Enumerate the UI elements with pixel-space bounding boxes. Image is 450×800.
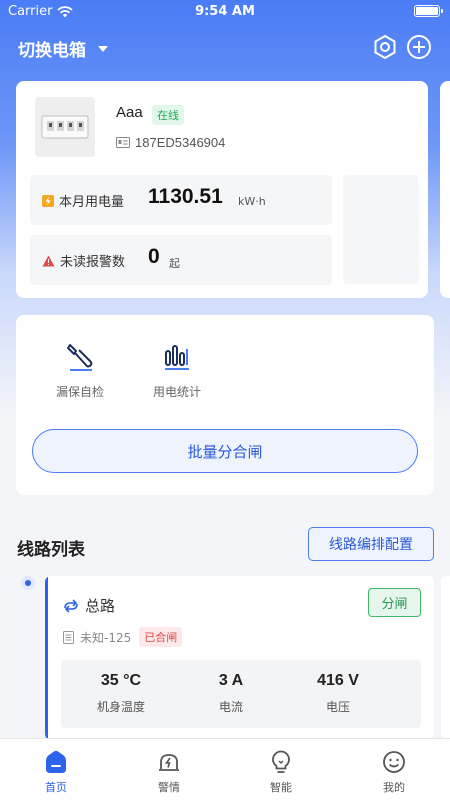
line-arrange-config-button[interactable]: 线路编排配置 xyxy=(308,527,434,561)
alarm-unit: 起 xyxy=(169,257,180,270)
side-placeholder xyxy=(343,175,419,284)
voltage-label: 电压 xyxy=(325,700,350,714)
device-card[interactable]: Aaa 在线 187ED5346904 本月用电量 1130.51 kW·h 未… xyxy=(16,81,428,298)
monthly-energy-box: 本月用电量 1130.51 kW·h xyxy=(30,175,332,225)
monthly-energy-value: 1130.51 xyxy=(148,185,223,208)
tab-profile-label: 我的 xyxy=(383,781,405,794)
current-value: 3 A xyxy=(218,672,244,689)
temperature-value: 35 °C xyxy=(100,672,142,689)
open-switch-button[interactable]: 分闸 xyxy=(368,588,421,617)
alarm-value: 0 xyxy=(148,245,160,268)
alarm-label: 未读报警数 xyxy=(60,255,126,270)
monthly-energy-label: 本月用电量 xyxy=(59,195,125,210)
leak-test-button[interactable]: 漏保自检 xyxy=(40,337,120,400)
device-id: 187ED5346904 xyxy=(116,135,225,150)
timeline-dot xyxy=(21,576,35,590)
breaker-icon xyxy=(41,115,89,139)
tab-smart-label: 智能 xyxy=(270,781,292,794)
line-name: 总路 xyxy=(85,597,116,615)
device-name: Aaa xyxy=(116,104,143,121)
tab-bar: 首页 警情 智能 我的 xyxy=(0,738,450,800)
device-image xyxy=(35,97,95,157)
tab-home[interactable]: 首页 xyxy=(16,747,96,795)
current-metric: 3 A 电流 xyxy=(186,672,276,715)
batch-switch-button[interactable]: 批量分合闸 xyxy=(32,429,418,473)
tab-alerts-label: 警情 xyxy=(158,781,180,794)
home-icon xyxy=(46,750,66,773)
leak-test-label: 漏保自检 xyxy=(55,385,104,399)
current-label: 电流 xyxy=(218,700,243,714)
temperature-label: 机身温度 xyxy=(96,700,145,714)
closed-status-badge: 已合闸 xyxy=(139,627,183,647)
stats-icon xyxy=(165,345,189,370)
alert-icon xyxy=(159,754,179,771)
alarm-count-box: 未读报警数 0 起 xyxy=(30,235,332,285)
switch-box-dropdown[interactable]: 切换电箱 xyxy=(18,36,108,61)
bulb-icon xyxy=(272,750,290,773)
settings-icon[interactable] xyxy=(372,34,398,60)
nav-bar: 切换电箱 xyxy=(0,30,450,64)
lightning-icon xyxy=(42,194,54,207)
clock: 9:54 AM xyxy=(195,4,255,19)
tab-home-label: 首页 xyxy=(45,781,67,794)
voltage-metric: 416 V 电压 xyxy=(293,672,383,715)
leak-test-icon xyxy=(67,344,93,371)
document-icon xyxy=(63,630,74,644)
line-metrics: 35 °C 机身温度 3 A 电流 416 V 电压 xyxy=(61,660,421,728)
line-card[interactable]: 总路 分闸 未知-125 已合闸 35 °C 机身温度 3 A 电流 416 V… xyxy=(45,576,434,740)
status-bar: Carrier 9:54 AM xyxy=(0,0,450,24)
page-title: 切换电箱 xyxy=(18,41,86,61)
tab-profile[interactable]: 我的 xyxy=(354,747,434,795)
warning-icon xyxy=(42,255,55,266)
add-icon[interactable] xyxy=(406,34,432,60)
caret-down-icon xyxy=(98,45,108,52)
line-card-accent xyxy=(45,576,48,740)
battery-icon xyxy=(414,5,443,17)
voltage-value: 416 V xyxy=(317,672,359,689)
switch-link-icon xyxy=(64,598,78,613)
power-stats-button[interactable]: 用电统计 xyxy=(137,337,217,400)
functions-card: 漏保自检 用电统计 批量分合闸 xyxy=(16,315,434,495)
next-line-card[interactable] xyxy=(441,576,450,740)
power-stats-label: 用电统计 xyxy=(152,385,201,399)
online-status-badge: 在线 xyxy=(152,105,184,125)
monthly-energy-unit: kW·h xyxy=(238,195,266,208)
line-list-title: 线路列表 xyxy=(17,540,85,560)
id-card-icon xyxy=(116,137,130,148)
next-device-card[interactable] xyxy=(440,81,450,298)
temperature-metric: 35 °C 机身温度 xyxy=(76,672,166,715)
device-id-value: 187ED5346904 xyxy=(135,135,226,150)
tab-smart[interactable]: 智能 xyxy=(241,747,321,795)
line-model: 未知-125 xyxy=(80,630,132,645)
profile-icon xyxy=(383,751,405,773)
tab-alerts[interactable]: 警情 xyxy=(129,747,209,795)
